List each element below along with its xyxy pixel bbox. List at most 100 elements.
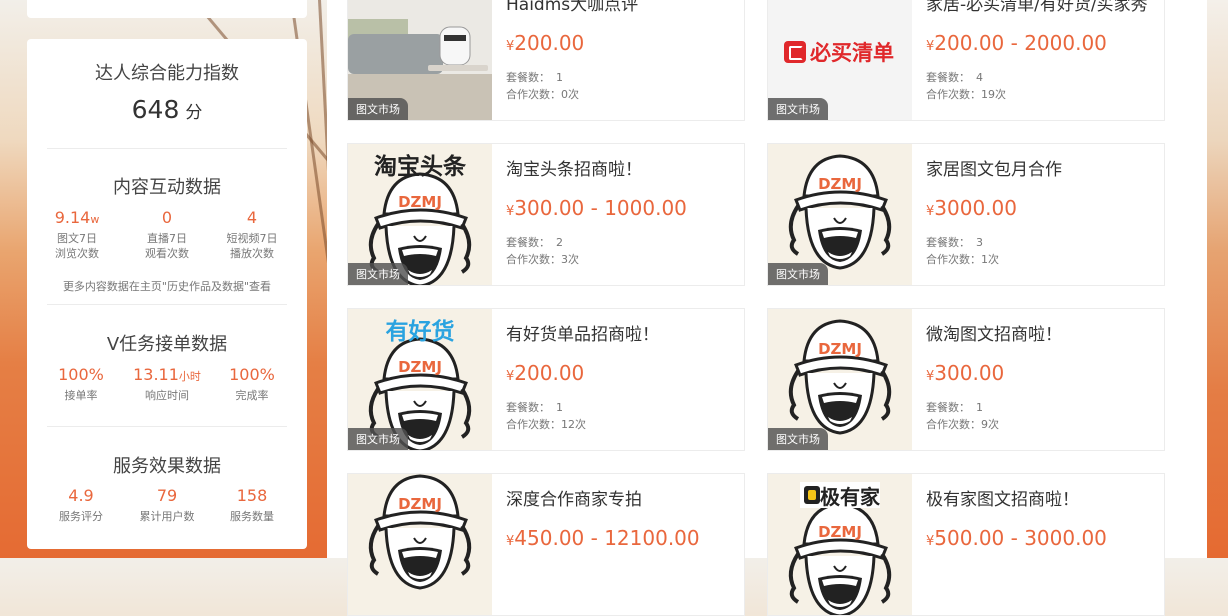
service-market-list: 图文市场 Haidms大咖点评 ¥200.00 套餐数： 1 合作次数：0次 必买… [327,0,1207,616]
cap-logo-text: DZMJ [398,495,442,513]
stat-value: 79 [156,486,178,505]
meta-label: 合作次数： [506,88,561,101]
market-tag: 图文市场 [348,98,408,120]
market-tag: 图文市场 [768,98,828,120]
meta-value: 2 [556,236,563,249]
stat-label: 完成率 [235,389,269,402]
service-card[interactable]: 必买清单 图文市场 家居-必买清单/有好货/买家秀 ¥200.00 - 2000… [767,0,1165,121]
stat-value: 13.11 [133,365,179,384]
task-data-title: V任务接单数据 [106,334,228,355]
dzmj-mascot-icon: DZMJ 极有家 [788,482,892,615]
bimai-logo: 必买清单 [784,37,896,67]
content-interaction-title: 内容互动数据 [113,177,221,198]
market-tag: 图文市场 [348,428,408,450]
meta-value: 3 [976,236,983,249]
service-thumbnail[interactable]: DZMJ 极有家 [768,474,912,615]
price-value: 200.00 [514,361,585,385]
service-price: ¥200.00 [506,31,584,55]
meta-value: 1 [556,401,563,414]
service-title[interactable]: 有好货单品招商啦！ [506,320,736,345]
service-title[interactable]: 家居-必买清单/有好货/买家秀 [926,0,1156,15]
meta-label: 合作次数： [926,253,981,266]
dzmj-mascot-icon: DZMJ [368,474,472,590]
meta-value: 9次 [981,418,999,431]
market-tag: 图文市场 [768,428,828,450]
service-price: ¥500.00 - 3000.00 [926,526,1107,550]
meta-value: 4 [976,71,983,84]
price-value: 500.00 - 3000.00 [934,526,1107,550]
meta-value: 1 [556,71,563,84]
market-tag: 图文市场 [348,263,408,285]
divider [47,426,287,427]
background-right-strip [1207,0,1228,558]
bimai-logo-icon [784,41,806,63]
service-thumbnail[interactable]: DZMJ 淘宝头条图文市场 [348,144,492,285]
stat-value: 9.14 [54,208,91,227]
stat-label: 服务评分 [59,510,103,523]
stat-complete-rate: 100% 完成率 [212,365,292,403]
service-title[interactable]: 家居图文包月合作 [926,155,1156,180]
stat-live-views: 0 直播7日 观看次数 [127,208,207,261]
package-count: 套餐数： 1 [506,399,563,415]
brand-logo-text: 淘宝头条 [374,153,466,180]
cap-logo-text: DZMJ [818,523,862,541]
stat-unit: w [90,213,100,226]
service-card[interactable]: 图文市场 Haidms大咖点评 ¥200.00 套餐数： 1 合作次数：0次 [347,0,745,121]
price-value: 3000.00 [934,196,1017,220]
brand-logo-text: 极有家 [820,485,881,509]
service-thumbnail[interactable]: DZMJ 图文市场 [768,144,912,285]
stat-video-plays: 4 短视频7日 播放次数 [212,208,292,261]
service-price: ¥3000.00 [926,196,1017,220]
package-count: 套餐数： 1 [506,69,563,85]
stat-accept-rate: 100% 接单率 [41,365,121,403]
meta-label: 套餐数： [926,236,970,249]
price-value: 450.00 - 12100.00 [514,526,700,550]
price-value: 200.00 - 2000.00 [934,31,1107,55]
stat-label: 接单率 [64,389,98,402]
service-title[interactable]: 淘宝头条招商啦！ [506,155,736,180]
service-card[interactable]: DZMJ 有好货 图文市场 有好货单品招商啦！ ¥200.00 套餐数： 1 合作次数… [347,308,745,451]
meta-value: 0次 [561,88,579,101]
meta-label: 套餐数： [506,236,550,249]
service-thumbnail[interactable]: 图文市场 [348,0,492,120]
service-card[interactable]: DZMJ 深度合作商家专拍 ¥450.00 - 12100.00 [347,473,745,616]
service-card[interactable]: DZMJ 淘宝头条 图文市场 淘宝头条招商啦！ ¥300.00 - 1000.00 … [347,143,745,286]
service-price: ¥450.00 - 12100.00 [506,526,700,550]
meta-value: 1次 [981,253,999,266]
sidebar-top-card [27,0,307,18]
service-price: ¥200.00 [506,361,584,385]
meta-label: 套餐数： [506,71,550,84]
service-title[interactable]: 微淘图文招商啦！ [926,320,1156,345]
service-card[interactable]: DZMJ 图文市场 微淘图文招商啦！ ¥300.00 套餐数： 1 合作次数：9次 [767,308,1165,451]
meta-label: 合作次数： [506,253,561,266]
service-price: ¥200.00 - 2000.00 [926,31,1107,55]
brand-logo-text: 有好货 [386,318,455,345]
service-card[interactable]: DZMJ 图文市场 家居图文包月合作 ¥3000.00 套餐数： 3 合作次数：1次 [767,143,1165,286]
service-thumbnail[interactable]: DZMJ 图文市场 [768,309,912,450]
stat-service-count: 158 服务数量 [212,486,292,524]
divider [47,148,287,149]
service-title[interactable]: 极有家图文招商啦！ [926,485,1156,510]
stat-article-views: 9.14w 图文7日 浏览次数 [37,208,117,261]
meta-label: 合作次数： [926,418,981,431]
service-price: ¥300.00 - 1000.00 [506,196,687,220]
stat-label: 累计用户数 [139,510,195,523]
ability-index-title: 达人综合能力指数 [95,63,239,84]
stat-service-score: 4.9 服务评分 [41,486,121,524]
service-title[interactable]: 深度合作商家专拍 [506,485,736,510]
meta-label: 合作次数： [506,418,561,431]
service-card[interactable]: DZMJ 极有家 极有家图文招商啦！ ¥500.00 - 3000.00 [767,473,1165,616]
ability-index-unit: 分 [185,103,203,123]
cap-logo-text: DZMJ [398,193,442,211]
service-title[interactable]: Haidms大咖点评 [506,0,736,15]
service-thumbnail[interactable]: 必买清单 图文市场 [768,0,912,120]
package-count: 套餐数： 2 [506,234,563,250]
service-thumbnail[interactable]: DZMJ 有好货 图文市场 [348,309,492,450]
stat-value: 100% [58,365,104,384]
stat-label: 图文7日 [57,232,97,245]
cooperation-count: 合作次数：1次 [926,251,999,267]
package-count: 套餐数： 4 [926,69,983,85]
cap-logo-text: DZMJ [818,175,862,193]
service-thumbnail[interactable]: DZMJ [348,474,492,615]
cooperation-count: 合作次数：0次 [506,86,579,102]
